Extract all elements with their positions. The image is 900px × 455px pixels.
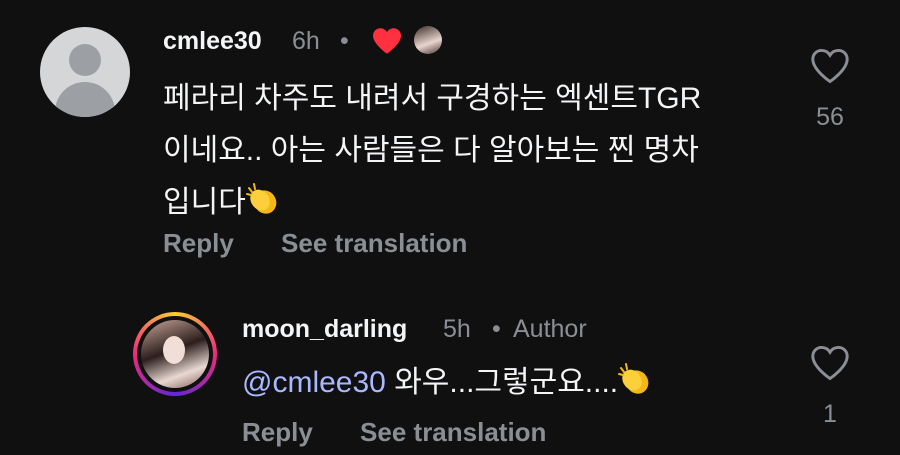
reply-body: @cmlee30 와우...그렇군요.... — [242, 357, 782, 409]
comment-line: 페라리 차주도 내려서 구경하는 엑센트TGR — [163, 82, 702, 115]
separator-dot: • — [492, 315, 501, 343]
like-column: 1 — [800, 345, 860, 429]
author-badge: Author — [513, 315, 587, 343]
clapping-hands-icon — [618, 363, 649, 394]
comment-body: 페라리 차주도 내려서 구경하는 엑센트TGR 이네요.. 아는 사람들은 다 … — [163, 73, 763, 229]
see-translation-button[interactable]: See translation — [360, 417, 546, 447]
author-avatar-photo — [141, 320, 209, 388]
reply-timestamp: 5h — [443, 315, 471, 343]
comment-line: 이네요.. 아는 사람들은 다 알아보는 찐 명차 — [163, 134, 699, 167]
avatar-face-shape — [163, 336, 185, 364]
avatar-head-shape — [69, 44, 101, 76]
like-heart-icon[interactable] — [810, 345, 850, 381]
comment-line-last: 입니다 — [163, 177, 763, 229]
comment-timestamp: 6h — [292, 27, 320, 55]
reply-text: 와우...그렇군요.... — [385, 366, 619, 399]
avatar-body-shape — [55, 82, 115, 117]
reply-username[interactable]: moon_darling — [242, 315, 407, 344]
clapping-hands-icon — [245, 183, 277, 214]
like-column: 56 — [800, 48, 860, 132]
comment-line-text: 입니다 — [163, 186, 246, 219]
comment-username[interactable]: cmlee30 — [163, 27, 262, 56]
separator-dot: • — [340, 27, 349, 55]
reply-button[interactable]: Reply — [163, 228, 234, 258]
reply-button[interactable]: Reply — [242, 417, 313, 447]
user-avatar-default[interactable] — [40, 27, 130, 117]
like-count: 56 — [816, 103, 844, 131]
like-count: 1 — [823, 400, 837, 428]
mention-link[interactable]: @cmlee30 — [242, 366, 386, 399]
see-translation-button[interactable]: See translation — [281, 228, 467, 258]
like-heart-icon[interactable] — [810, 48, 850, 84]
reply-actions: Reply See translation — [242, 417, 546, 448]
comment-actions: Reply See translation — [163, 228, 467, 259]
heart-icon — [373, 28, 401, 54]
author-mini-avatar — [414, 26, 442, 54]
author-avatar-ring[interactable] — [133, 312, 217, 396]
